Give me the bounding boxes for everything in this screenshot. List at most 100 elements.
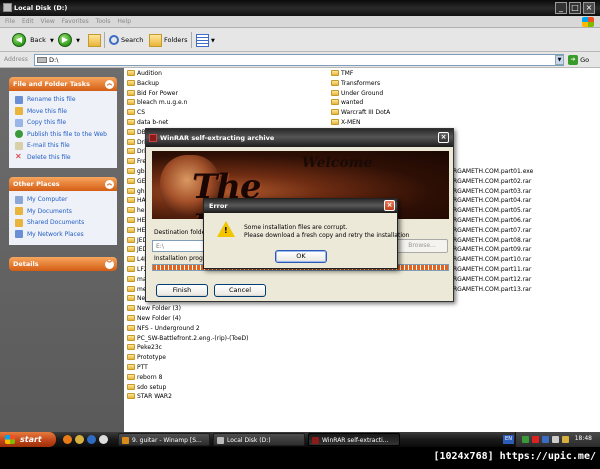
winrar-close-button[interactable]: × bbox=[438, 132, 449, 143]
go-button[interactable]: ➔ Go bbox=[568, 55, 589, 65]
folder-icon bbox=[127, 109, 135, 116]
folder-item[interactable]: Backup bbox=[127, 79, 159, 89]
folder-item[interactable]: Peke23c bbox=[127, 343, 162, 353]
place-my-computer[interactable]: My Computer bbox=[15, 194, 117, 206]
folder-item[interactable]: data b-net bbox=[127, 118, 168, 128]
archive-file-item[interactable]: RGAMETH.COM.part10.rar bbox=[453, 255, 531, 265]
quicklaunch-firefox-icon[interactable] bbox=[63, 435, 72, 444]
place-my-network[interactable]: My Network Places bbox=[15, 229, 117, 241]
folder-item[interactable]: bleach m.u.g.e.n bbox=[127, 98, 187, 108]
details-header[interactable]: Details ︾ bbox=[9, 257, 117, 271]
folder-item[interactable]: New Folder (3) bbox=[127, 304, 181, 314]
folder-item[interactable]: wanted bbox=[331, 98, 363, 108]
folder-item[interactable]: CS bbox=[127, 108, 145, 118]
archive-file-item[interactable]: RGAMETH.COM.part02.rar bbox=[453, 177, 531, 187]
winrar-title-bar[interactable]: WinRAR self-extracting archive × bbox=[146, 129, 453, 147]
language-indicator[interactable]: EN bbox=[503, 435, 514, 444]
quicklaunch-show-desktop-icon[interactable] bbox=[99, 435, 108, 444]
folder-item[interactable]: X-MEN bbox=[331, 118, 360, 128]
archive-file-item[interactable]: RGAMETH.COM.part04.rar bbox=[453, 196, 531, 206]
archive-file-item[interactable]: RGAMETH.COM.part06.rar bbox=[453, 216, 531, 226]
place-shared-documents[interactable]: Shared Documents bbox=[15, 217, 117, 229]
start-button[interactable]: start bbox=[0, 432, 56, 447]
forward-button[interactable]: ▶ ▼ bbox=[58, 32, 80, 48]
folder-item[interactable]: Prototype bbox=[127, 353, 166, 363]
folder-item[interactable]: Under Ground bbox=[331, 89, 383, 99]
close-button[interactable]: × bbox=[583, 2, 595, 14]
archive-file-item[interactable]: RGAMETH.COM.part01.exe bbox=[453, 167, 533, 177]
folder-item[interactable]: Bid For Power bbox=[127, 89, 178, 99]
tray-security-icon[interactable] bbox=[532, 436, 539, 443]
up-folder-button[interactable] bbox=[88, 32, 103, 48]
menu-edit[interactable]: Edit bbox=[22, 18, 34, 25]
tray-bluetooth-icon[interactable] bbox=[542, 436, 549, 443]
quicklaunch-media-icon[interactable] bbox=[75, 435, 84, 444]
folder-item[interactable]: PTT bbox=[127, 363, 148, 373]
taskbar-item-local-disk[interactable]: Local Disk (D:) bbox=[213, 433, 305, 446]
folders-button[interactable]: Folders bbox=[149, 32, 187, 48]
task-rename[interactable]: Rename this file bbox=[15, 94, 117, 106]
expand-chevron-icon[interactable]: ︾ bbox=[105, 260, 114, 269]
other-places-header[interactable]: Other Places ︽ bbox=[9, 177, 117, 191]
folder-icon bbox=[127, 217, 135, 223]
folder-item[interactable]: TMF bbox=[331, 69, 353, 79]
folder-item[interactable]: PC_SW-Battlefront.2.eng.-(rip)-(ToeD) bbox=[127, 334, 249, 344]
browse-button[interactable]: Browse... bbox=[396, 239, 448, 253]
back-button[interactable]: ◀ Back ▼ bbox=[12, 32, 54, 48]
tray-volume-icon[interactable] bbox=[552, 436, 559, 443]
clock[interactable]: 18:48 bbox=[575, 435, 592, 442]
error-close-button[interactable]: × bbox=[384, 200, 395, 211]
archive-file-item[interactable]: RGAMETH.COM.part12.rar bbox=[453, 275, 531, 285]
archive-file-item[interactable]: RGAMETH.COM.part07.rar bbox=[453, 226, 531, 236]
address-bar: Address D:\ ▼ ➔ Go bbox=[0, 52, 600, 68]
folder-item[interactable]: sdo setup bbox=[127, 383, 166, 393]
collapse-chevron-icon[interactable]: ︽ bbox=[105, 80, 114, 89]
task-move[interactable]: Move this file bbox=[15, 106, 117, 118]
folder-icon bbox=[127, 177, 135, 184]
file-tasks-header[interactable]: File and Folder Tasks ︽ bbox=[9, 77, 117, 91]
maximize-button[interactable]: □ bbox=[569, 2, 581, 14]
archive-file-item[interactable]: RGAMETH.COM.part13.rar bbox=[453, 285, 531, 295]
cancel-button[interactable]: Cancel bbox=[214, 284, 266, 297]
task-publish[interactable]: Publish this file to the Web bbox=[15, 129, 117, 141]
taskbar-item-winamp[interactable]: 9. guitar - Winamp [S... bbox=[118, 433, 210, 446]
tray-network-icon[interactable] bbox=[522, 436, 529, 443]
folder-item[interactable]: Warcraft III DotA bbox=[331, 108, 390, 118]
archive-file-item[interactable]: RGAMETH.COM.part05.rar bbox=[453, 206, 531, 216]
views-button[interactable]: ▼ bbox=[196, 32, 215, 48]
search-button[interactable]: Search bbox=[109, 32, 143, 48]
folder-icon bbox=[127, 79, 135, 86]
tray-app-icon[interactable] bbox=[562, 436, 569, 443]
explorer-title-bar[interactable]: Local Disk (D:) _ □ × bbox=[0, 0, 600, 16]
archive-file-item[interactable]: RGAMETH.COM.part03.rar bbox=[453, 187, 531, 197]
address-input[interactable]: D:\ bbox=[34, 54, 564, 66]
collapse-chevron-icon[interactable]: ︽ bbox=[105, 180, 114, 189]
folder-item[interactable]: NFS - Underground 2 bbox=[127, 324, 200, 334]
place-my-documents[interactable]: My Documents bbox=[15, 206, 117, 218]
taskbar-item-winrar[interactable]: WinRAR self-extracti... bbox=[308, 433, 400, 446]
ok-button[interactable]: OK bbox=[275, 250, 327, 263]
folder-item[interactable]: Transformers bbox=[331, 79, 380, 89]
folder-item[interactable]: New Folder (4) bbox=[127, 314, 181, 324]
error-title-bar[interactable]: Error × bbox=[204, 199, 397, 213]
start-label: start bbox=[20, 435, 42, 444]
menu-help[interactable]: Help bbox=[117, 18, 131, 25]
task-email[interactable]: E-mail this file bbox=[15, 140, 117, 152]
folder-icon bbox=[127, 226, 135, 233]
archive-file-item[interactable]: RGAMETH.COM.part09.rar bbox=[453, 245, 531, 255]
minimize-button[interactable]: _ bbox=[555, 2, 567, 14]
folder-item[interactable]: Audition bbox=[127, 69, 162, 79]
menu-tools[interactable]: Tools bbox=[96, 18, 111, 25]
menu-view[interactable]: View bbox=[41, 18, 55, 25]
archive-file-item[interactable]: RGAMETH.COM.part11.rar bbox=[453, 265, 531, 275]
menu-favorites[interactable]: Favorites bbox=[62, 18, 89, 25]
quicklaunch-ie-icon[interactable] bbox=[87, 435, 96, 444]
menu-file[interactable]: File bbox=[5, 18, 15, 25]
task-delete[interactable]: ✕ Delete this file bbox=[15, 152, 117, 164]
folder-item[interactable]: reborn 8 bbox=[127, 373, 162, 383]
address-dropdown-button[interactable]: ▼ bbox=[555, 55, 564, 65]
task-copy[interactable]: Copy this file bbox=[15, 117, 117, 129]
finish-button[interactable]: Finish bbox=[156, 284, 208, 297]
archive-file-item[interactable]: RGAMETH.COM.part08.rar bbox=[453, 236, 531, 246]
folder-item[interactable]: STAR WAR2 bbox=[127, 392, 172, 402]
